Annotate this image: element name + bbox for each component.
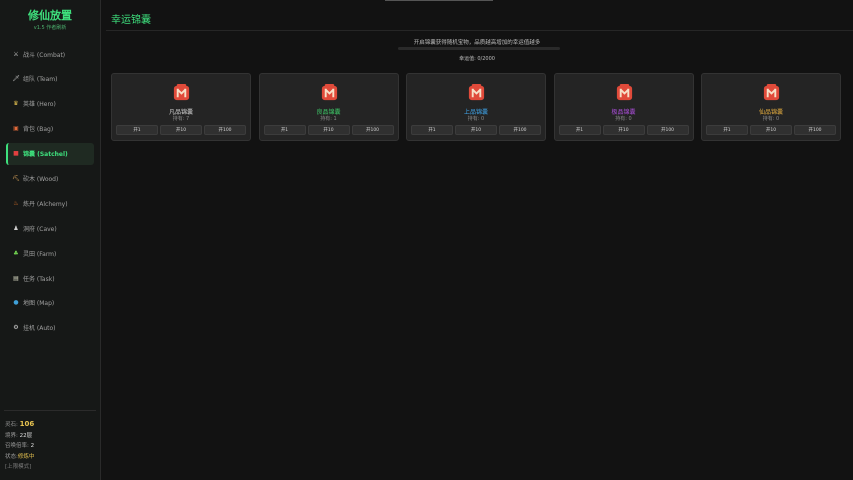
open-10-button[interactable]: 开10 — [307, 125, 350, 135]
satchel-bag-icon — [615, 83, 634, 102]
satchel-icon: ■ — [13, 150, 19, 158]
sidebar-item-task[interactable]: ▤ 任务 (Task) — [6, 267, 94, 289]
sidebar-item-wood[interactable]: ⛏ 砍木 (Wood) — [6, 167, 94, 189]
sidebar-item-label: 灵田 (Farm) — [23, 250, 57, 258]
title-divider — [106, 30, 853, 31]
app-version: v1.5 作者刷新 — [33, 25, 67, 31]
open-10-button[interactable]: 开10 — [160, 125, 202, 135]
globe-icon: ● — [13, 299, 19, 307]
sidebar-item-team[interactable]: 🗡 组队 (Team) — [6, 68, 94, 90]
luck-progress-bar — [398, 47, 560, 50]
open-100-button[interactable]: 开100 — [204, 125, 246, 135]
stat-spirit-stone: 灵石: 106 — [5, 419, 34, 431]
sidebar-item-label: 英雄 (Hero) — [23, 101, 56, 109]
sidebar-item-label: 背包 (Bag) — [23, 126, 54, 134]
satchel-card: 上品锦囊 持有: 0 开1 开10 开100 — [406, 73, 546, 141]
open-10-button[interactable]: 开10 — [455, 125, 497, 135]
satchel-holding: 持有: 1 — [320, 116, 337, 122]
sword-icon: 🗡 — [12, 75, 20, 83]
sidebar-item-label: 组队 (Team) — [23, 76, 58, 84]
satchel-open-buttons: 开1 开10 开100 — [411, 125, 541, 135]
sidebar-item-label: 挂机 (Auto) — [23, 325, 56, 333]
open-1-button[interactable]: 开1 — [558, 125, 601, 135]
stat-label: 状态: — [5, 453, 18, 460]
stat-status: 状态:修炼中 — [5, 452, 34, 463]
open-10-button[interactable]: 开10 — [602, 125, 645, 135]
flame-icon: ♨ — [13, 199, 19, 207]
satchel-holding: 持有: 0 — [467, 116, 485, 122]
sidebar-item-map[interactable]: ● 地图 (Map) — [6, 292, 94, 314]
backpack-icon: ▣ — [13, 125, 19, 133]
satchel-card: 良品锦囊 持有: 1 开1 开10 开100 — [258, 73, 399, 141]
app-logo: 修仙放置 v1.5 作者刷新 — [0, 0, 100, 31]
sidebar: 修仙放置 v1.5 作者刷新 ⚔ 战斗 (Combat) 🗡 组队 (Team) ♛ 英雄… — [0, 0, 101, 480]
open-100-button[interactable]: 开100 — [646, 125, 689, 135]
main-panel: 幸运锦囊 开启锦囊获得随机宝物，品质越高增加的幸运值越多 幸运值: 0/2000… — [101, 0, 853, 480]
mode-toggle[interactable]: [上限模式] — [5, 462, 34, 473]
open-1-button[interactable]: 开1 — [116, 125, 158, 135]
satchel-bag-icon — [467, 83, 486, 102]
satchel-open-buttons: 开1 开10 开100 — [116, 125, 246, 135]
sidebar-item-label: 洞府 (Cave) — [23, 225, 57, 233]
gear-icon: ⚙ — [13, 324, 19, 332]
stat-value: 106 — [19, 420, 35, 428]
sidebar-item-label: 锦囊 (Satchel) — [23, 151, 68, 159]
satchel-card: 仙品锦囊 持有: 0 开1 开10 开100 — [701, 73, 841, 141]
stat-level: 境界: 22层 — [5, 431, 34, 442]
crown-icon: ♛ — [13, 100, 19, 108]
stat-value: 2 — [30, 443, 35, 449]
sidebar-item-hero[interactable]: ♛ 英雄 (Hero) — [6, 93, 94, 115]
crossed-swords-icon: ⚔ — [13, 50, 19, 58]
luck-value: 幸运值: 0/2000 — [459, 56, 495, 62]
stat-label: 灵石: — [5, 422, 18, 428]
sidebar-item-label: 任务 (Task) — [23, 275, 55, 283]
sprout-icon: ♣ — [13, 249, 19, 257]
sidebar-nav: ⚔ 战斗 (Combat) 🗡 组队 (Team) ♛ 英雄 (Hero) ▣ 背包 (Bag… — [0, 43, 100, 339]
open-10-button[interactable]: 开10 — [750, 125, 792, 135]
axe-icon: ⛏ — [12, 174, 20, 182]
page-description: 开启锦囊获得随机宝物，品质越高增加的幸运值越多 — [413, 40, 541, 46]
app-title: 修仙放置 — [28, 9, 72, 22]
stat-value: 修炼中 — [17, 453, 35, 460]
satchel-open-buttons: 开1 开10 开100 — [558, 125, 689, 135]
satchel-holding: 持有: 0 — [762, 116, 780, 122]
sidebar-item-cave[interactable]: ♟ 洞府 (Cave) — [6, 217, 94, 239]
satchel-open-buttons: 开1 开10 开100 — [706, 125, 836, 135]
top-scroll-indicator — [385, 0, 493, 1]
satchel-holding: 持有: 7 — [172, 116, 190, 122]
open-1-button[interactable]: 开1 — [706, 125, 748, 135]
page-title: 幸运锦囊 — [111, 15, 151, 26]
satchel-bag-icon — [320, 83, 339, 102]
sidebar-item-label: 砍木 (Wood) — [23, 175, 59, 183]
sidebar-item-alchemy[interactable]: ♨ 炼丹 (Alchemy) — [6, 192, 94, 214]
player-stats: 灵石: 106 境界: 22层 召唤倍率: 2 状态:修炼中 [上限模式] — [5, 419, 34, 473]
sidebar-item-farm[interactable]: ♣ 灵田 (Farm) — [6, 242, 94, 264]
stat-value: 22层 — [19, 432, 33, 439]
person-icon: ♟ — [13, 224, 19, 232]
stat-label: 境界: — [5, 432, 18, 439]
sidebar-item-label: 炼丹 (Alchemy) — [23, 200, 68, 208]
satchel-open-buttons: 开1 开10 开100 — [263, 125, 394, 135]
open-100-button[interactable]: 开100 — [499, 125, 541, 135]
sidebar-item-bag[interactable]: ▣ 背包 (Bag) — [6, 118, 94, 140]
satchel-holding: 持有: 0 — [615, 116, 632, 122]
stat-wait: 召唤倍率: 2 — [5, 441, 34, 452]
sidebar-item-auto[interactable]: ⚙ 挂机 (Auto) — [6, 317, 94, 339]
sidebar-item-combat[interactable]: ⚔ 战斗 (Combat) — [6, 43, 94, 65]
satchel-card: 凡品锦囊 持有: 7 开1 开10 开100 — [111, 73, 251, 141]
scroll-icon: ▤ — [13, 274, 19, 282]
open-1-button[interactable]: 开1 — [263, 125, 306, 135]
satchel-card: 极品锦囊 持有: 0 开1 开10 开100 — [553, 73, 694, 141]
open-100-button[interactable]: 开100 — [351, 125, 394, 135]
stat-label: 召唤倍率: — [5, 443, 29, 449]
satchel-bag-icon — [172, 83, 191, 102]
sidebar-item-label: 战斗 (Combat) — [23, 51, 66, 59]
open-1-button[interactable]: 开1 — [411, 125, 453, 135]
sidebar-item-label: 地图 (Map) — [23, 300, 55, 308]
open-100-button[interactable]: 开100 — [794, 125, 836, 135]
sidebar-divider — [4, 410, 96, 411]
satchel-bag-icon — [762, 83, 781, 102]
sidebar-item-satchel[interactable]: ■ 锦囊 (Satchel) — [6, 142, 94, 165]
